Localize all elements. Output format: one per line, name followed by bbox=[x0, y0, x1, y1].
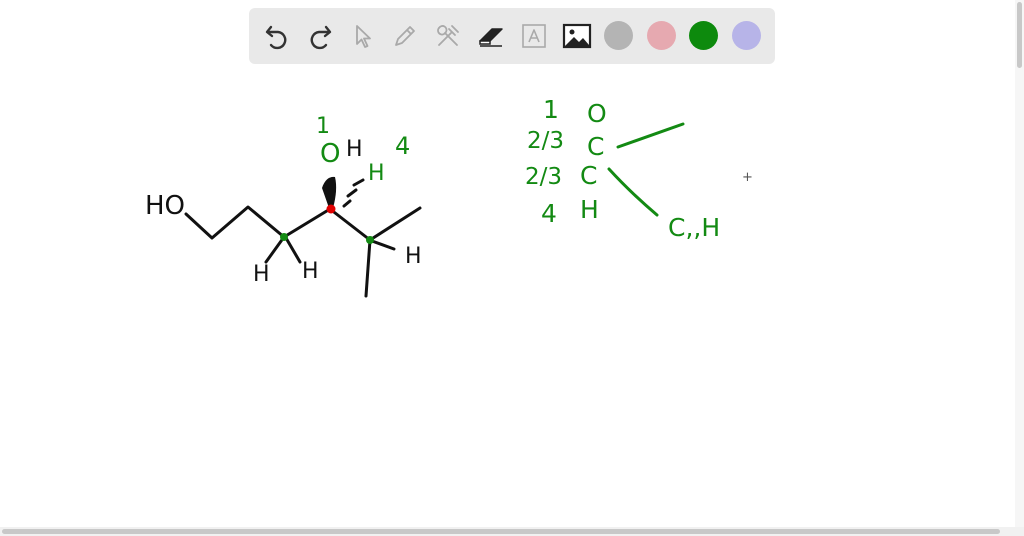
h-bond-right bbox=[370, 239, 396, 251]
vertical-scrollbar[interactable] bbox=[1015, 0, 1024, 528]
branch-stroke-upper bbox=[616, 122, 685, 149]
h-right-label: H bbox=[405, 244, 422, 269]
h-bond-left-1 bbox=[264, 235, 286, 264]
stereocenter-dot bbox=[326, 204, 336, 214]
priority-rank-3: 2/3 bbox=[525, 164, 562, 190]
priority-atom-4: H bbox=[580, 195, 599, 224]
drawing-canvas[interactable]: HO H H H H 1 O 4 H 1 O 2/3 C 2/3 C 4 H C… bbox=[0, 0, 1014, 526]
vertical-scrollbar-thumb[interactable] bbox=[1017, 2, 1022, 68]
priority-atom-3: C bbox=[580, 161, 597, 190]
ho-label: HO bbox=[145, 191, 185, 221]
wedge-bond bbox=[322, 176, 337, 208]
green-dot-right bbox=[366, 236, 374, 244]
horizontal-scrollbar-thumb[interactable] bbox=[2, 529, 1000, 534]
cursor-crosshair: + bbox=[742, 170, 753, 185]
oh-h-label: H bbox=[346, 137, 363, 162]
branch-stroke-lower bbox=[607, 167, 659, 217]
priority-four-label: 4 bbox=[395, 132, 410, 160]
whiteboard: HO H H H H 1 O 4 H 1 O 2/3 C 2/3 C 4 H C… bbox=[0, 0, 1024, 536]
methyl-bond-down bbox=[364, 238, 372, 298]
h-green-label: H bbox=[368, 161, 385, 186]
priority-rank-1: 1 bbox=[543, 95, 559, 124]
priority-atom-1: O bbox=[587, 99, 607, 128]
h-bond-left-2 bbox=[284, 236, 302, 264]
oxygen-label: O bbox=[320, 139, 340, 169]
h-left-label-1: H bbox=[253, 262, 270, 287]
substituent-label: C,,H bbox=[668, 213, 720, 242]
priority-strokes bbox=[607, 122, 685, 217]
h-left-label-2: H bbox=[302, 259, 319, 284]
horizontal-scrollbar[interactable] bbox=[0, 527, 1024, 536]
priority-rank-2: 2/3 bbox=[527, 128, 564, 154]
chain-bond bbox=[184, 205, 422, 242]
priority-atom-2: C bbox=[587, 132, 604, 161]
priority-one-label: 1 bbox=[316, 114, 330, 139]
hash-bond bbox=[342, 178, 365, 208]
green-dot-left bbox=[280, 233, 288, 241]
priority-rank-4: 4 bbox=[541, 199, 557, 228]
